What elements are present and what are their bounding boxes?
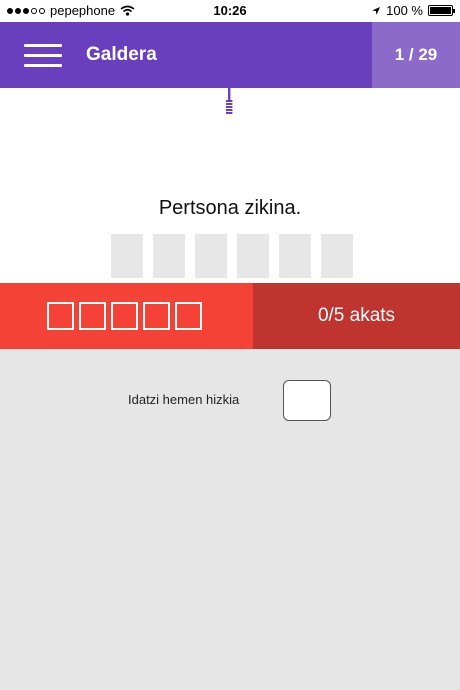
mistakes-bar: 0/5 akats xyxy=(0,283,460,349)
answer-letter-box xyxy=(321,234,353,278)
answer-letter-box xyxy=(237,234,269,278)
wrong-letters-slots xyxy=(0,283,253,349)
app-header: Galdera 1 / 29 xyxy=(0,22,460,88)
answer-letter-box xyxy=(279,234,311,278)
battery-icon xyxy=(428,5,455,16)
letter-input-label: Idatzi hemen hizkia xyxy=(128,392,240,407)
hamburger-menu-icon[interactable] xyxy=(24,44,62,68)
wrong-letter-slot xyxy=(175,302,202,330)
answer-letter-boxes xyxy=(111,234,353,278)
answer-letter-box xyxy=(111,234,143,278)
wrong-letter-slot xyxy=(111,302,138,330)
wrong-letter-slot xyxy=(47,302,74,330)
answer-letter-box xyxy=(153,234,185,278)
question-text: Pertsona zikina. xyxy=(158,197,302,219)
status-bar: pepephone 10:26 100 % xyxy=(0,0,460,22)
location-arrow-icon xyxy=(372,6,381,15)
question-counter: 1 / 29 xyxy=(372,22,460,88)
battery-percent: 100 % xyxy=(386,3,423,18)
hangman-rope-icon xyxy=(226,88,233,114)
status-right: 100 % xyxy=(371,3,455,18)
wrong-letter-slot xyxy=(79,302,106,330)
letter-input[interactable] xyxy=(283,380,331,421)
input-area: Idatzi hemen hizkia xyxy=(0,349,460,690)
wrong-letter-slot xyxy=(143,302,170,330)
answer-letter-box xyxy=(195,234,227,278)
mistakes-count: 0/5 akats xyxy=(253,283,460,349)
page-title: Galdera xyxy=(86,44,157,65)
